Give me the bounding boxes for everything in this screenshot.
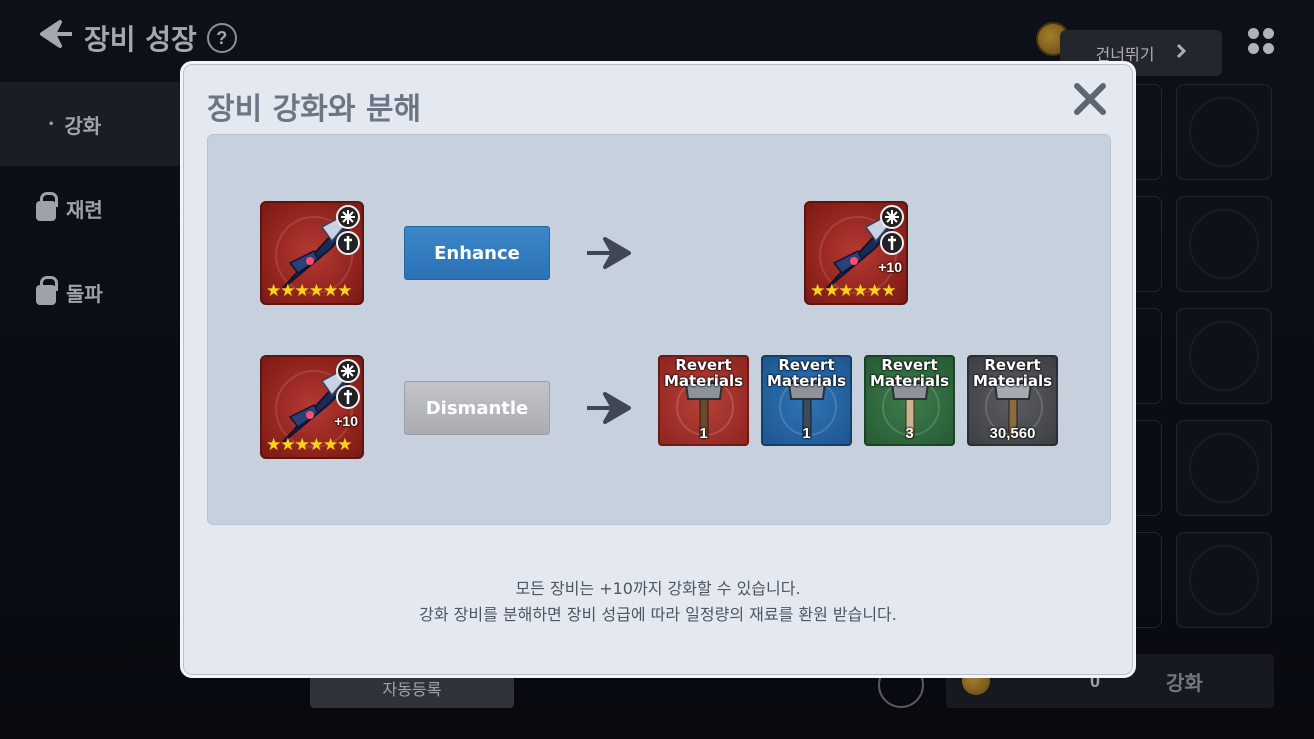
- arrow-right-icon: [587, 392, 631, 424]
- close-icon: [1074, 83, 1106, 115]
- material-qty: 3: [905, 425, 914, 442]
- dismantle-button[interactable]: Dismantle: [404, 381, 550, 435]
- star-rating: ★★★★★★: [266, 281, 352, 300]
- element-badge-icon: [336, 205, 360, 229]
- revert-material-blue: Revert Materials 1: [761, 355, 852, 446]
- class-badge-icon: [336, 385, 360, 409]
- weapon-item-icon: ★★★★★★: [260, 201, 364, 305]
- revert-material-gray: Revert Materials 30,560: [967, 355, 1058, 446]
- material-name: Revert Materials: [766, 356, 847, 390]
- arrow-right-icon: [587, 237, 631, 269]
- star-rating: ★★★★★★: [810, 281, 896, 300]
- close-button[interactable]: [1067, 76, 1113, 122]
- material-qty: 1: [699, 425, 708, 442]
- material-qty: 1: [802, 425, 811, 442]
- help-modal: 장비 강화와 분해 ★★★★★★ Enhance +10 ★★★★★★ +10 …: [180, 61, 1136, 678]
- element-badge-icon: [336, 359, 360, 383]
- enhance-button[interactable]: Enhance: [404, 226, 550, 280]
- modal-title: 장비 강화와 분해: [207, 92, 422, 127]
- material-name: Revert Materials: [972, 356, 1053, 390]
- description-line-2: 강화 장비를 분해하면 장비 성급에 따라 일정량의 재료를 환원 받습니다.: [419, 605, 897, 624]
- material-qty: 30,560: [989, 425, 1036, 442]
- revert-material-green: Revert Materials 3: [864, 355, 955, 446]
- star-rating: ★★★★★★: [266, 435, 352, 454]
- description-line-1: 모든 장비는 +10까지 강화할 수 있습니다.: [515, 579, 801, 598]
- weapon-item-enhanced-icon: +10 ★★★★★★: [804, 201, 908, 305]
- enhance-level: +10: [878, 259, 902, 275]
- class-badge-icon: [880, 231, 904, 255]
- enhance-level: +10: [334, 413, 358, 429]
- material-name: Revert Materials: [869, 356, 950, 390]
- explanation-panel: ★★★★★★ Enhance +10 ★★★★★★ +10 ★★★★★★ Dis…: [207, 134, 1111, 525]
- weapon-item-enhanced-icon: +10 ★★★★★★: [260, 355, 364, 459]
- description: 모든 장비는 +10까지 강화할 수 있습니다. 강화 장비를 분해하면 장비 …: [183, 576, 1133, 628]
- revert-material-red: Revert Materials 1: [658, 355, 749, 446]
- material-name: Revert Materials: [663, 356, 744, 390]
- element-badge-icon: [880, 205, 904, 229]
- class-badge-icon: [336, 231, 360, 255]
